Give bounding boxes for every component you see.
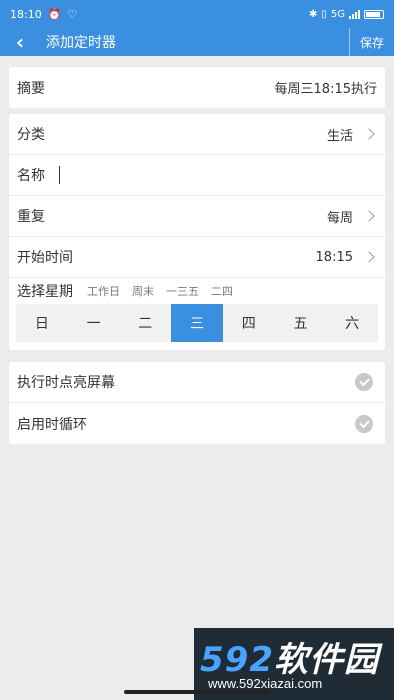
watermark-num: 592 xyxy=(200,640,274,680)
home-indicator[interactable] xyxy=(124,690,270,694)
chevron-right-icon xyxy=(363,251,375,263)
quick-mon-wed-fri[interactable]: 一三五 xyxy=(166,283,199,299)
repeat-value: 每周 xyxy=(326,210,353,226)
category-label: 分类 xyxy=(17,127,45,143)
start-time-row[interactable]: 开始时间 18:15 xyxy=(9,237,385,278)
watermark-url: www.592xiazai.com xyxy=(208,676,323,691)
toggle-row-screen[interactable]: 执行时点亮屏幕 xyxy=(9,362,385,403)
start-time-value: 18:15 xyxy=(315,249,353,265)
battery-icon xyxy=(364,9,384,19)
name-label: 名称 xyxy=(17,168,45,184)
back-icon[interactable]: ‹ xyxy=(0,28,40,56)
network-label: 5G xyxy=(330,8,345,20)
day-tue[interactable]: 二 xyxy=(119,304,171,342)
start-time-label: 开始时间 xyxy=(17,250,73,266)
toggle-row-loop[interactable]: 启用时循环 xyxy=(9,403,385,444)
options-card: 执行时点亮屏幕 启用时循环 xyxy=(9,362,385,444)
day-fri[interactable]: 五 xyxy=(275,304,327,342)
summary-label: 摘要 xyxy=(17,80,45,97)
heart-icon: ♡ xyxy=(67,7,78,21)
day-wed[interactable]: 三 xyxy=(171,304,223,342)
check-icon[interactable] xyxy=(355,414,373,433)
app-bar: ‹ 添加定时器 保存 xyxy=(0,28,394,56)
toggle-label-screen: 执行时点亮屏幕 xyxy=(17,375,115,391)
summary-row: 摘要 每周三18:15执行 xyxy=(9,67,385,108)
page-title: 添加定时器 xyxy=(46,35,116,51)
save-button[interactable]: 保存 xyxy=(348,28,394,56)
alarm-icon: ⏰ xyxy=(47,7,62,21)
summary-value: 每周三18:15执行 xyxy=(274,82,377,97)
signal-icon xyxy=(349,9,360,19)
category-value: 生活 xyxy=(326,128,353,144)
day-thu[interactable]: 四 xyxy=(223,304,275,342)
day-mon[interactable]: 一 xyxy=(68,304,120,342)
repeat-row[interactable]: 重复 每周 xyxy=(9,196,385,237)
status-bar: 18:10 ⏰ ♡ ✱ ▯ 5G xyxy=(0,0,394,28)
weekday-header: 选择星期 工作日 周末 一三五 二四 xyxy=(9,278,385,304)
toggle-label-loop: 启用时循环 xyxy=(17,416,87,433)
repeat-label: 重复 xyxy=(17,209,45,225)
watermark-text: 软件园 xyxy=(273,640,379,680)
name-row: 名称 xyxy=(9,155,385,196)
quick-weekend[interactable]: 周末 xyxy=(132,283,154,299)
summary-card: 摘要 每周三18:15执行 xyxy=(9,67,385,108)
quick-tue-thu[interactable]: 二四 xyxy=(211,283,233,299)
weekday-selector: 日 一 二 三 四 五 六 xyxy=(16,304,378,342)
settings-card: 分类 生活 名称 重复 每周 开始时间 18:15 选择星期 工作日 周末 一三… xyxy=(9,114,385,350)
weekday-label: 选择星期 xyxy=(17,284,73,300)
chevron-right-icon xyxy=(363,210,375,222)
category-row[interactable]: 分类 生活 xyxy=(9,114,385,155)
bluetooth-icon: ✱ xyxy=(308,8,318,20)
quick-workdays[interactable]: 工作日 xyxy=(87,283,120,299)
status-time: 18:10 xyxy=(10,7,42,21)
check-icon[interactable] xyxy=(355,373,373,391)
day-sun[interactable]: 日 xyxy=(16,304,68,342)
vibrate-icon: ▯ xyxy=(321,8,327,20)
chevron-right-icon xyxy=(363,128,375,140)
day-sat[interactable]: 六 xyxy=(326,304,378,342)
name-input[interactable] xyxy=(59,166,60,184)
